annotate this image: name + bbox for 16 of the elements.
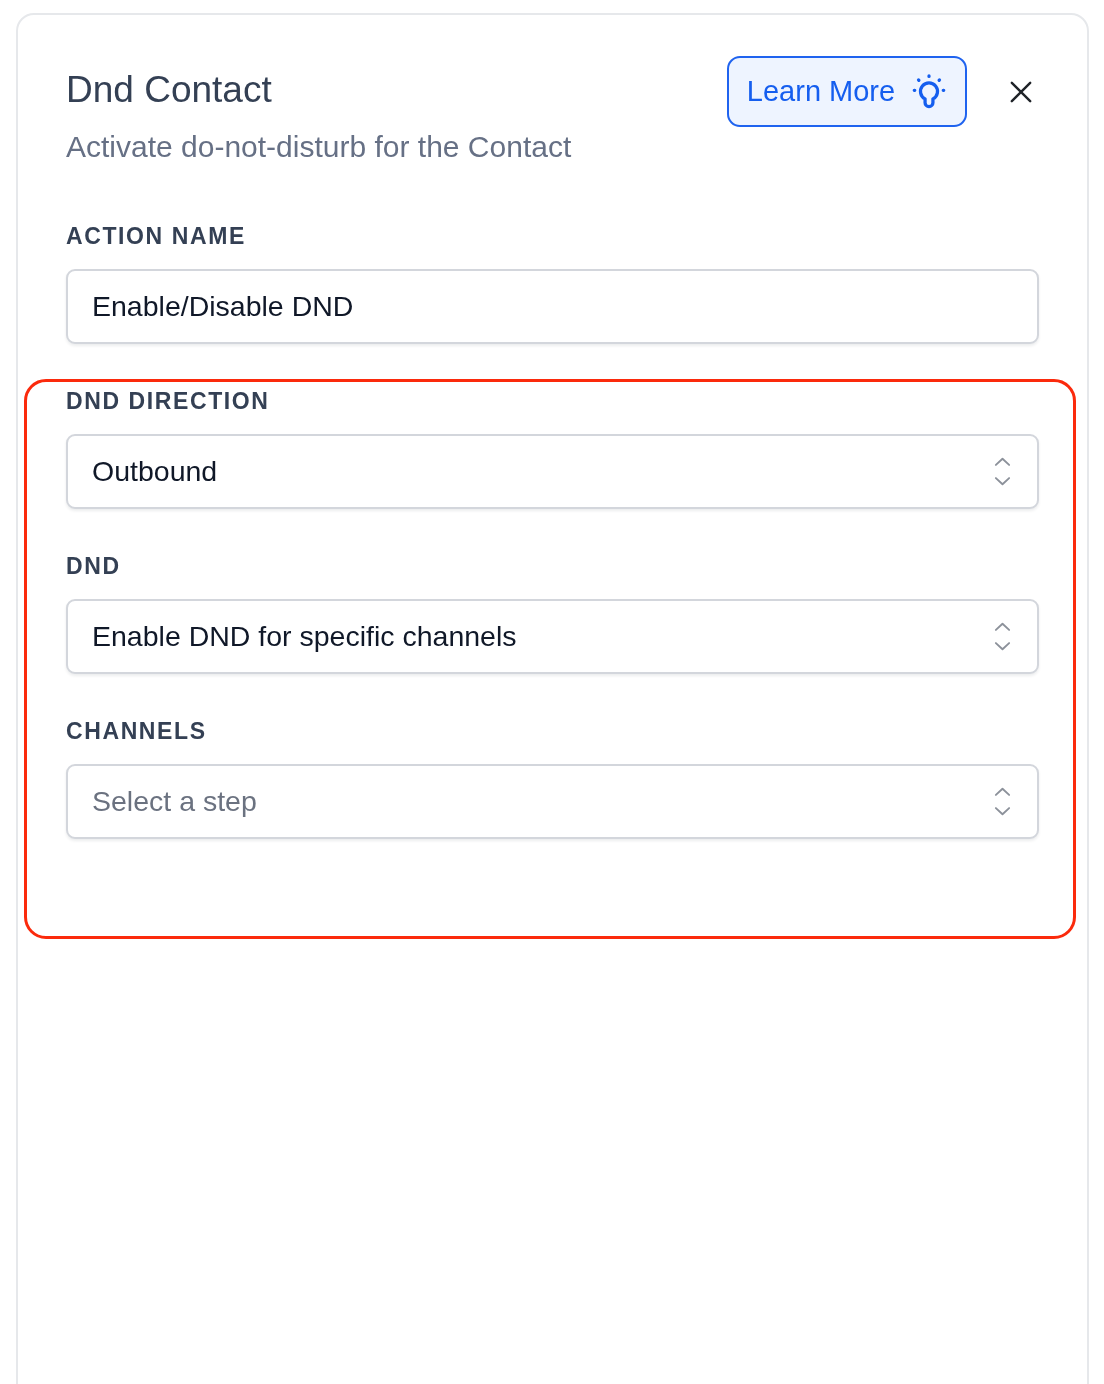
close-icon bbox=[1010, 80, 1032, 103]
learn-more-button[interactable]: Learn More bbox=[727, 56, 967, 127]
panel-title: Dnd Contact bbox=[66, 69, 273, 111]
dropdown-field[interactable]: Select a step bbox=[66, 764, 1039, 839]
field-label: ACTION NAME bbox=[66, 222, 247, 251]
chevron-up-down-icon bbox=[994, 622, 1011, 651]
chevron-up-down-icon bbox=[994, 787, 1011, 816]
field-label: DND bbox=[66, 552, 122, 581]
dropdown-field[interactable]: Enable DND for specific channels bbox=[66, 599, 1039, 674]
lightbulb-icon bbox=[911, 73, 948, 110]
chevron-up-down-icon bbox=[994, 457, 1011, 486]
dropdown-field[interactable]: Outbound bbox=[66, 434, 1039, 509]
field-label: CHANNELS bbox=[66, 717, 208, 746]
text-field[interactable]: Enable/Disable DND bbox=[66, 269, 1039, 344]
field-label: DND DIRECTION bbox=[66, 387, 271, 416]
panel-subtitle: Activate do-not-disturb for the Contact bbox=[66, 130, 572, 164]
